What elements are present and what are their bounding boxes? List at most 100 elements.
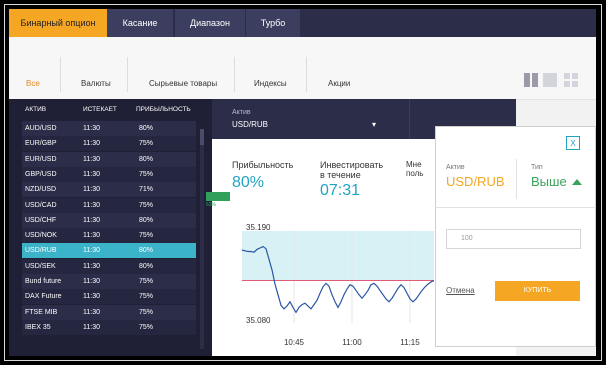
- y-tick-label: 35.190: [246, 223, 271, 232]
- asset-name: USD/NOK: [25, 232, 57, 240]
- product-tabs: Бинарный опцион Касание Диапазон Турбо: [9, 9, 596, 37]
- upper-zone: [242, 231, 434, 281]
- asset-name: Bund future: [25, 278, 62, 285]
- tab-turbo[interactable]: Турбо: [245, 9, 300, 37]
- asset-row[interactable]: USD/CHF 11:30 80%: [22, 212, 196, 228]
- asset-name: USD/RUB: [25, 247, 57, 255]
- asset-row[interactable]: Bund future 11:30 75%: [22, 274, 196, 289]
- asset-profitability: 75%: [139, 308, 154, 316]
- asset-expiry: 11:30: [83, 278, 100, 285]
- asset-profitability: 75%: [139, 232, 154, 240]
- popup-asset-label: Актив: [446, 164, 465, 171]
- asset-expiry: 11:30: [83, 170, 100, 178]
- asset-expiry: 11:30: [83, 323, 100, 331]
- amount-input[interactable]: 100: [446, 229, 581, 249]
- scrollbar-thumb[interactable]: [200, 129, 204, 145]
- x-tick-label: 10:45: [284, 338, 305, 347]
- asset-expiry: 11:30: [83, 247, 100, 255]
- invest-label-line2: в течение: [320, 170, 361, 180]
- asset-profitability: 75%: [139, 170, 154, 178]
- divider: [409, 99, 410, 139]
- asset-name: GBP/USD: [25, 170, 57, 178]
- divider: [127, 57, 128, 92]
- asset-expiry: 11:30: [83, 125, 100, 132]
- asset-expiry: 11:30: [83, 201, 100, 209]
- asset-profitability: 75%: [139, 293, 154, 301]
- asset-row[interactable]: FTSE MIB 11:30 75%: [22, 304, 196, 320]
- asset-name: USD/SEK: [25, 262, 56, 270]
- asset-selector[interactable]: USD/RUB: [232, 120, 268, 129]
- asset-name: EUR/USD: [25, 155, 57, 163]
- asset-row[interactable]: GBP/USD 11:30 75%: [22, 166, 196, 182]
- asset-expiry: 11:30: [83, 155, 100, 163]
- asset-name: EUR/GBP: [25, 140, 57, 148]
- asset-profitability: 80%: [139, 262, 154, 270]
- y-tick-label: 35.080: [246, 316, 271, 325]
- asset-profitability: 75%: [139, 201, 154, 209]
- partial-metric-label-line2: поль: [406, 169, 424, 178]
- asset-profitability: 75%: [139, 323, 154, 331]
- asset-profitability: 71%: [139, 186, 154, 194]
- asset-table-header: АКТИВ ИСТЕКАЕТ ПРИБЫЛЬНОСТЬ: [9, 99, 212, 121]
- up-arrow-icon: [572, 179, 582, 185]
- asset-profitability: 75%: [139, 278, 154, 285]
- profitability-label: Прибыльность: [232, 160, 294, 170]
- column-asset: АКТИВ: [25, 106, 47, 113]
- asset-name: IBEX 35: [25, 323, 51, 331]
- divider: [516, 159, 517, 199]
- invest-countdown: 07:31: [320, 182, 361, 199]
- popup-asset-value: USD/RUB: [446, 174, 505, 189]
- profitability-value: 80%: [232, 174, 265, 191]
- cancel-link[interactable]: Отмена: [446, 286, 475, 295]
- grid-view-icon[interactable]: [564, 73, 578, 87]
- asset-row[interactable]: AUD/USD 11:30 80%: [22, 121, 196, 136]
- asset-row[interactable]: EUR/USD 11:30 80%: [22, 151, 196, 167]
- column-profitability: ПРИБЫЛЬНОСТЬ: [136, 106, 191, 113]
- asset-name: DAX Future: [25, 293, 62, 301]
- asset-name: USD/CHF: [25, 216, 57, 224]
- divider: [234, 57, 235, 92]
- divider: [306, 57, 307, 92]
- close-button[interactable]: X: [566, 136, 580, 150]
- asset-profitability: 80%: [139, 125, 154, 132]
- popup-type-value[interactable]: Выше: [531, 174, 567, 189]
- asset-row[interactable]: EUR/GBP 11:30 75%: [22, 136, 196, 152]
- asset-profitability: 80%: [139, 247, 154, 255]
- x-tick-label: 11:00: [342, 338, 362, 347]
- asset-expiry: 11:30: [83, 293, 100, 301]
- two-column-view-icon[interactable]: [524, 73, 538, 87]
- asset-row[interactable]: USD/RUB 11:30 80%: [22, 243, 196, 259]
- asset-expiry: 11:30: [83, 232, 100, 240]
- popup-type-label: Тип: [531, 164, 543, 171]
- trading-app: Бинарный опцион Касание Диапазон Турбо В…: [9, 9, 596, 356]
- asset-row[interactable]: USD/NOK 11:30 75%: [22, 228, 196, 244]
- asset-profitability: 80%: [139, 216, 154, 224]
- scrollbar[interactable]: [200, 129, 204, 349]
- asset-row[interactable]: NZD/USD 11:30 71%: [22, 182, 196, 198]
- price-chart: 35.190 35.080 10:45 11:00 11:15: [241, 223, 434, 347]
- asset-selector-label: Актив: [232, 109, 251, 116]
- asset-name: FTSE MIB: [25, 308, 58, 316]
- asset-row[interactable]: USD/CAD 11:30 75%: [22, 197, 196, 213]
- buy-button[interactable]: КУПИТЬ: [495, 281, 580, 301]
- asset-row[interactable]: USD/SEK 11:30 80%: [22, 258, 196, 274]
- dropdown-arrow-icon[interactable]: ▾: [372, 120, 376, 129]
- x-tick-label: 11:15: [400, 338, 420, 347]
- asset-expiry: 11:30: [83, 140, 100, 148]
- tab-binary-option[interactable]: Бинарный опцион: [9, 9, 107, 37]
- divider: [435, 207, 596, 208]
- asset-name: NZD/USD: [25, 186, 57, 194]
- asset-row[interactable]: DAX Future 11:30 75%: [22, 289, 196, 305]
- asset-expiry: 11:30: [83, 262, 100, 270]
- column-expires: ИСТЕКАЕТ: [83, 106, 117, 113]
- tab-touch[interactable]: Касание: [107, 9, 173, 37]
- asset-name: USD/CAD: [25, 201, 57, 209]
- divider: [60, 57, 61, 92]
- invest-label: Инвестировать: [320, 160, 384, 170]
- asset-row[interactable]: IBEX 35 11:30 75%: [22, 319, 196, 335]
- tab-range[interactable]: Диапазон: [174, 9, 245, 37]
- asset-profitability: 75%: [139, 140, 154, 148]
- list-view-icon[interactable]: [543, 73, 557, 87]
- asset-name: AUD/USD: [25, 125, 57, 132]
- asset-expiry: 11:30: [83, 186, 100, 194]
